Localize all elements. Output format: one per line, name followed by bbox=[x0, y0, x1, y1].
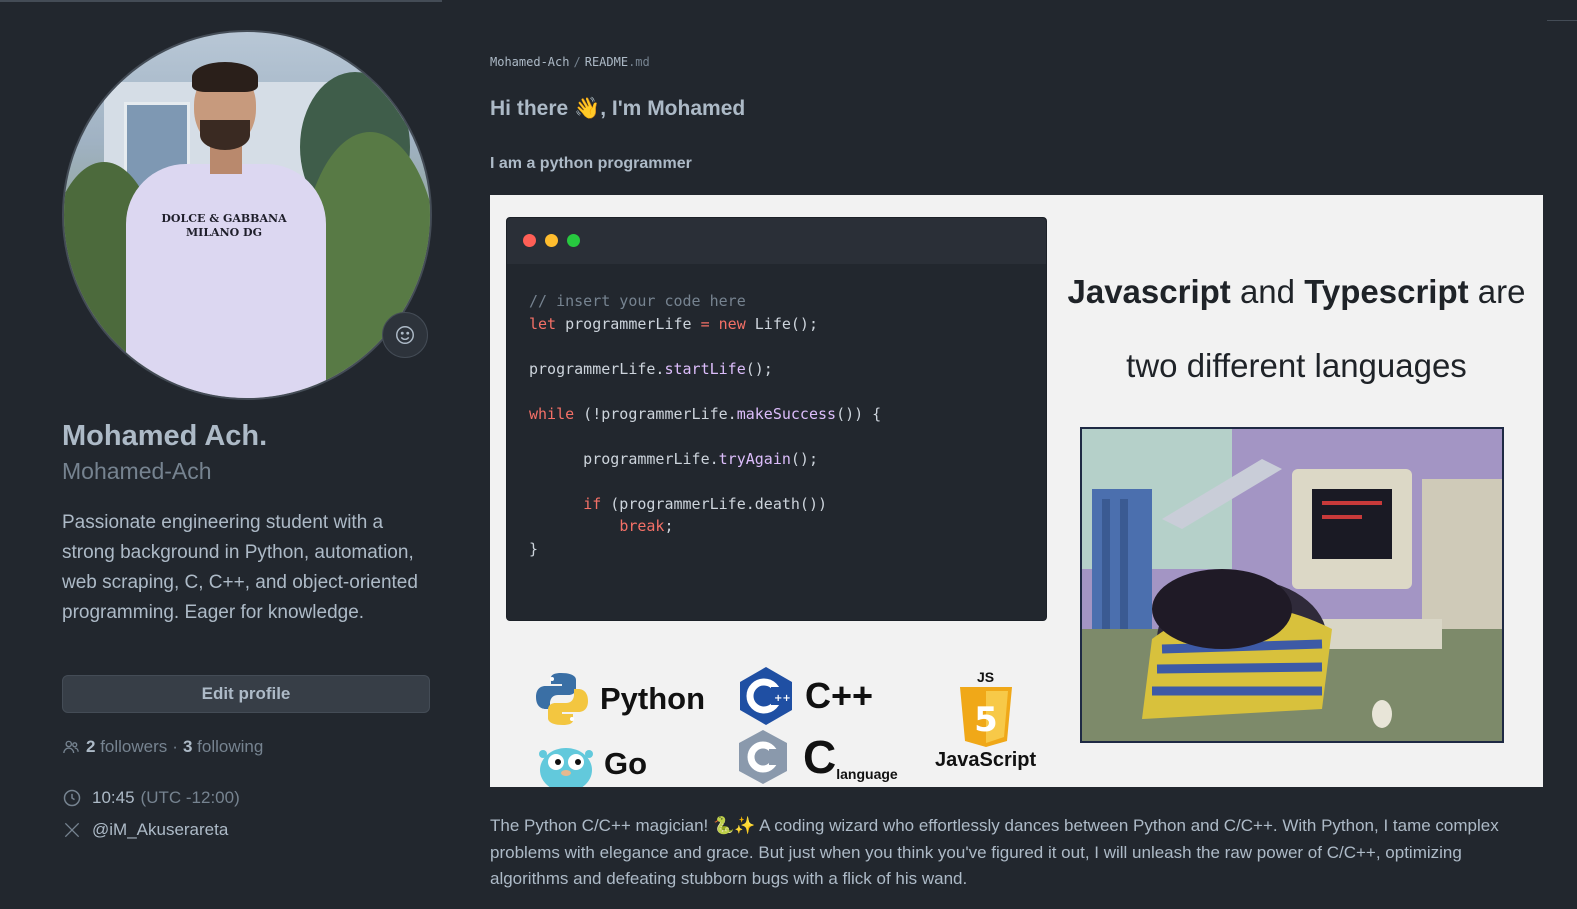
followers-count: 2 bbox=[86, 737, 96, 756]
followers-link[interactable]: 2 followers bbox=[86, 737, 167, 757]
wave-emoji-icon: 👋 bbox=[574, 97, 601, 120]
sleeping-programmer-illustration bbox=[1080, 427, 1504, 743]
cpp-label: C++ bbox=[805, 675, 874, 716]
c-icon bbox=[739, 730, 787, 784]
js-ts-title: Javascript and Typescript are two differ… bbox=[1050, 255, 1543, 403]
top-divider-right bbox=[1547, 20, 1577, 21]
readme-paragraph: The Python C/C++ magician! 🐍✨ A coding w… bbox=[490, 813, 1543, 893]
twitter-handle[interactable]: @iM_Akuserareta bbox=[92, 820, 228, 840]
gopher-icon bbox=[539, 748, 593, 787]
breadcrumb-owner-link[interactable]: Mohamed-Ach bbox=[490, 55, 569, 69]
avatar[interactable]: DOLCE & GABBANA MILANO DG bbox=[62, 30, 432, 400]
breadcrumb-separator: / bbox=[573, 55, 581, 69]
edit-profile-button[interactable]: Edit profile bbox=[62, 675, 430, 713]
following-count: 3 bbox=[182, 737, 193, 756]
timezone-label: (UTC -12:00) bbox=[140, 788, 240, 807]
code-snippet: // insert your code here let programmerL… bbox=[529, 292, 882, 558]
illustration-art bbox=[1082, 429, 1502, 741]
local-time-value: 10:45 bbox=[92, 788, 135, 807]
followers-label: followers bbox=[100, 737, 168, 756]
following-label: following bbox=[197, 737, 264, 756]
following-link[interactable]: 3 following bbox=[183, 737, 263, 757]
c-label: C bbox=[803, 731, 837, 783]
javascript-logo: JS 5 JavaScript bbox=[935, 669, 1036, 772]
x-twitter-icon bbox=[64, 822, 80, 838]
svg-text:5: 5 bbox=[974, 700, 998, 740]
readme-heading: Hi there 👋, I'm Mohamed bbox=[490, 97, 745, 121]
follow-separator: · bbox=[172, 737, 178, 756]
javascript-label: JavaScript bbox=[935, 749, 1037, 771]
code-terminal: // insert your code here let programmerL… bbox=[506, 217, 1047, 621]
profile-username: Mohamed-Ach bbox=[62, 458, 212, 484]
profile-full-name: Mohamed Ach. bbox=[62, 420, 268, 452]
go-label: Go bbox=[604, 746, 648, 781]
js-badge-label: JS bbox=[977, 669, 995, 685]
local-time: 10:45 (UTC -12:00) bbox=[62, 788, 240, 808]
profile-bio: Passionate engineering student with a st… bbox=[62, 512, 418, 623]
cpp-icon: ++ bbox=[740, 667, 792, 725]
readme-banner-image: // insert your code here let programmerL… bbox=[490, 195, 1543, 787]
twitter-link[interactable]: @iM_Akuserareta bbox=[62, 820, 228, 840]
svg-text:++: ++ bbox=[774, 693, 791, 704]
close-dot-icon bbox=[523, 234, 536, 247]
avatar-shirt-logo: DOLCE & GABBANA MILANO DG bbox=[161, 212, 287, 240]
heading-text-end: , I'm Mohamed bbox=[600, 97, 746, 120]
python-label: Python bbox=[600, 681, 706, 716]
terminal-title-bar bbox=[507, 218, 1046, 264]
breadcrumb: Mohamed-Ach / README.md bbox=[490, 55, 650, 69]
snake-sparkles-emoji-icon: 🐍✨ bbox=[713, 816, 756, 835]
set-status-button[interactable] bbox=[382, 312, 428, 358]
clock-icon bbox=[63, 789, 81, 807]
follow-stats: 2 followers · 3 following bbox=[62, 737, 263, 757]
c-language-sublabel: language bbox=[836, 766, 898, 782]
heading-text-start: Hi there bbox=[490, 97, 575, 120]
go-logo: Go bbox=[536, 740, 647, 787]
maximize-dot-icon bbox=[567, 234, 580, 247]
ts-word: Typescript bbox=[1304, 273, 1469, 310]
js-ts-subtitle: two different languages bbox=[1126, 347, 1467, 384]
avatar-hair bbox=[192, 62, 258, 92]
python-icon bbox=[536, 673, 588, 725]
code-comment: // insert your code here bbox=[529, 292, 746, 310]
js-word: Javascript bbox=[1067, 273, 1231, 310]
avatar-beard bbox=[200, 120, 250, 150]
and-word: and bbox=[1230, 273, 1305, 310]
people-icon bbox=[63, 740, 79, 754]
top-divider bbox=[0, 0, 442, 2]
c-language-logo: C language bbox=[737, 728, 898, 786]
minimize-dot-icon bbox=[545, 234, 558, 247]
js-shield-icon: 5 bbox=[959, 687, 1012, 747]
cpp-logo: ++ C++ bbox=[737, 665, 873, 727]
python-logo: Python bbox=[532, 669, 705, 729]
paragraph-start: The Python C/C++ magician! bbox=[490, 816, 714, 835]
breadcrumb-file-link[interactable]: README bbox=[585, 55, 628, 69]
readme-subheading: I am a python programmer bbox=[490, 155, 692, 172]
avatar-shirt bbox=[126, 164, 326, 398]
breadcrumb-file-extension: .md bbox=[628, 55, 650, 69]
are-word: are bbox=[1468, 273, 1526, 310]
smiley-icon bbox=[396, 326, 414, 344]
